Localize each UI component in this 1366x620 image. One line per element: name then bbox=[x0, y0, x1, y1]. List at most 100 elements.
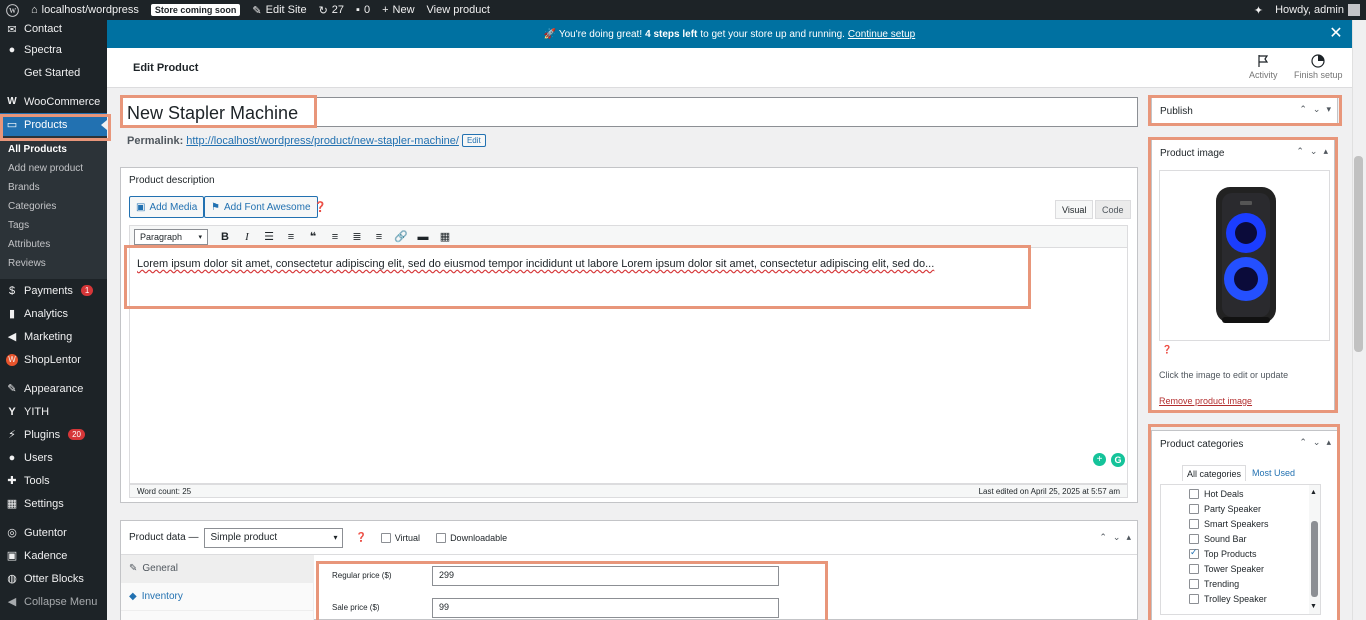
sidebar-item-otter-blocks[interactable]: ◍ Otter Blocks bbox=[0, 567, 107, 590]
virtual-checkbox[interactable]: Virtual bbox=[380, 532, 420, 543]
edit-permalink-button[interactable]: Edit bbox=[461, 134, 486, 147]
store-status-badge[interactable]: Store coming soon bbox=[150, 4, 241, 16]
help-icon[interactable]: ❓ bbox=[355, 532, 366, 543]
description-editor[interactable]: Lorem ipsum dolor sit amet, consectetur … bbox=[129, 248, 1128, 484]
tab-most-used[interactable]: Most Used bbox=[1248, 465, 1299, 481]
sidebar-item-yith[interactable]: Y YITH bbox=[0, 400, 107, 423]
product-image[interactable] bbox=[1159, 170, 1330, 341]
blockquote-icon[interactable]: ❝ bbox=[302, 227, 324, 247]
collapse-toggle-icon[interactable]: ▴ bbox=[1323, 146, 1328, 157]
bullet-list-icon[interactable]: ☰ bbox=[258, 227, 280, 247]
toolbar-toggle-icon[interactable]: ▦ bbox=[434, 227, 456, 247]
submenu-brands[interactable]: Brands bbox=[0, 178, 107, 197]
sidebar-item-tools[interactable]: ✚ Tools bbox=[0, 469, 107, 492]
move-up-icon[interactable]: ⌃ bbox=[1299, 104, 1307, 115]
sidebar-item-gutentor[interactable]: ◎ Gutentor bbox=[0, 521, 107, 544]
move-down-icon[interactable]: ⌄ bbox=[1310, 146, 1318, 157]
edit-site-link[interactable]: ✎ Edit Site bbox=[246, 0, 312, 20]
category-item[interactable]: Hot Deals bbox=[1161, 486, 1320, 501]
category-item[interactable]: Smart Speakers bbox=[1161, 516, 1320, 531]
bold-icon[interactable]: B bbox=[214, 227, 236, 247]
category-item[interactable]: Tower Speaker bbox=[1161, 561, 1320, 576]
close-icon[interactable]: ✕ bbox=[1328, 26, 1344, 42]
align-left-icon[interactable]: ≡ bbox=[324, 227, 346, 247]
scroll-down-icon[interactable]: ▼ bbox=[1310, 603, 1317, 610]
sidebar-item-users[interactable]: ● Users bbox=[0, 446, 107, 469]
submenu-attributes[interactable]: Attributes bbox=[0, 235, 107, 254]
collapse-toggle-icon[interactable]: ▾ bbox=[1326, 104, 1331, 115]
submenu-all-products[interactable]: All Products bbox=[0, 140, 107, 159]
user-account-menu[interactable]: Howdy, admin bbox=[1269, 0, 1366, 20]
finish-setup-button[interactable]: Finish setup bbox=[1294, 54, 1343, 80]
category-item[interactable]: Trolley Speaker bbox=[1161, 591, 1320, 606]
format-select[interactable]: Paragraph ▾ bbox=[134, 228, 208, 245]
tab-inventory[interactable]: ◆ Inventory bbox=[121, 583, 313, 611]
tab-code[interactable]: Code bbox=[1095, 200, 1131, 219]
collapse-menu-button[interactable]: ◀ Collapse Menu bbox=[0, 590, 107, 613]
product-title-input[interactable]: New Stapler Machine bbox=[121, 97, 1138, 127]
submenu-add-new-product[interactable]: Add new product bbox=[0, 159, 107, 178]
add-icon[interactable]: + bbox=[1093, 453, 1106, 466]
add-media-button[interactable]: ▣ Add Media bbox=[129, 196, 205, 218]
sidebar-item-shoplentor[interactable]: W ShopLentor bbox=[0, 348, 107, 371]
activity-button[interactable]: Activity bbox=[1249, 54, 1278, 80]
new-content-link[interactable]: + New bbox=[376, 0, 420, 20]
collapse-toggle-icon[interactable]: ▴ bbox=[1326, 437, 1331, 448]
sidebar-item-spectra[interactable]: ● Spectra bbox=[0, 38, 107, 61]
sale-price-input[interactable]: 99 bbox=[432, 598, 779, 618]
move-down-icon[interactable]: ⌄ bbox=[1313, 104, 1321, 115]
link-icon[interactable]: 🔗 bbox=[390, 227, 412, 247]
permalink-link[interactable]: http://localhost/wordpress/product/new-s… bbox=[186, 135, 459, 147]
sidebar-item-settings[interactable]: ▦ Settings bbox=[0, 492, 107, 515]
help-icon[interactable]: ❓ bbox=[1162, 345, 1172, 354]
align-center-icon[interactable]: ≣ bbox=[346, 227, 368, 247]
move-up-icon[interactable]: ⌃ bbox=[1299, 437, 1307, 448]
move-up-icon[interactable]: ⌃ bbox=[1296, 146, 1304, 157]
move-down-icon[interactable]: ⌄ bbox=[1313, 437, 1321, 448]
read-more-icon[interactable]: ▬ bbox=[412, 227, 434, 247]
add-font-awesome-button[interactable]: ⚑ Add Font Awesome bbox=[204, 196, 318, 218]
category-item[interactable]: Sound Bar bbox=[1161, 531, 1320, 546]
sidebar-item-analytics[interactable]: ▮ Analytics bbox=[0, 302, 107, 325]
numbered-list-icon[interactable]: ≡ bbox=[280, 227, 302, 247]
italic-icon[interactable]: I bbox=[236, 227, 258, 247]
tab-all-categories[interactable]: All categories bbox=[1182, 465, 1247, 481]
comments-link[interactable]: ▪ 0 bbox=[350, 0, 376, 20]
move-down-icon[interactable]: ⌄ bbox=[1113, 532, 1121, 543]
sidebar-item-appearance[interactable]: ✎ Appearance bbox=[0, 377, 107, 400]
sparkle-icon[interactable]: ✦ bbox=[1248, 0, 1269, 20]
move-up-icon[interactable]: ⌃ bbox=[1099, 532, 1107, 543]
continue-setup-link[interactable]: Continue setup bbox=[848, 29, 915, 40]
category-item[interactable]: Party Speaker bbox=[1161, 501, 1320, 516]
page-scrollbar-thumb[interactable] bbox=[1354, 156, 1363, 352]
help-icon[interactable]: ❓ bbox=[314, 202, 326, 213]
submenu-categories[interactable]: Categories bbox=[0, 197, 107, 216]
submenu-tags[interactable]: Tags bbox=[0, 216, 107, 235]
remove-product-image-link[interactable]: Remove product image bbox=[1159, 396, 1252, 406]
categories-scrollbar[interactable]: ▲ ▼ bbox=[1309, 485, 1320, 614]
view-product-link[interactable]: View product bbox=[421, 0, 496, 20]
category-item[interactable]: Trending bbox=[1161, 576, 1320, 591]
sidebar-item-products[interactable]: ▭ Products bbox=[0, 113, 107, 136]
sidebar-item-kadence[interactable]: ▣ Kadence bbox=[0, 544, 107, 567]
regular-price-input[interactable]: 299 bbox=[432, 566, 779, 586]
align-right-icon[interactable]: ≡ bbox=[368, 227, 390, 247]
tab-visual[interactable]: Visual bbox=[1055, 200, 1094, 219]
updates-link[interactable]: ↻ 27 bbox=[313, 0, 350, 20]
scroll-up-icon[interactable]: ▲ bbox=[1310, 489, 1317, 496]
category-item[interactable]: Top Products bbox=[1161, 546, 1320, 561]
wordpress-logo-icon[interactable]: W bbox=[0, 0, 25, 20]
sidebar-item-payments[interactable]: $ Payments 1 bbox=[0, 279, 107, 302]
grammarly-icon[interactable]: G bbox=[1111, 453, 1125, 467]
sidebar-item-get-started[interactable]: Get Started bbox=[0, 61, 107, 84]
sidebar-item-marketing[interactable]: ◀ Marketing bbox=[0, 325, 107, 348]
submenu-reviews[interactable]: Reviews bbox=[0, 254, 107, 273]
tab-general[interactable]: ✎ General bbox=[121, 555, 313, 583]
scroll-thumb[interactable] bbox=[1311, 521, 1318, 597]
sidebar-item-contact[interactable]: ✉ Contact bbox=[0, 20, 107, 38]
collapse-toggle-icon[interactable]: ▴ bbox=[1126, 532, 1131, 543]
downloadable-checkbox[interactable]: Downloadable bbox=[436, 532, 507, 543]
sidebar-item-woocommerce[interactable]: W WooCommerce bbox=[0, 90, 107, 113]
sidebar-item-plugins[interactable]: ⚡ Plugins 20 bbox=[0, 423, 107, 446]
product-type-select[interactable]: Simple product ▾ bbox=[204, 527, 344, 548]
